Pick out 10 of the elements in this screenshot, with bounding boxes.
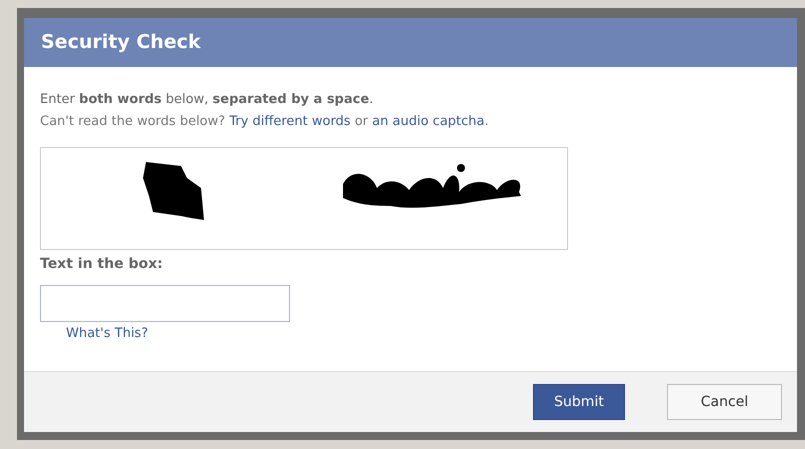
cancel-button[interactable]: Cancel xyxy=(667,384,782,420)
submit-button[interactable]: Submit xyxy=(533,384,625,420)
whats-this-link[interactable]: What's This? xyxy=(66,324,148,344)
field-label: Text in the box: xyxy=(40,255,163,274)
instruction-text: Enter both words below, separated by a space. xyxy=(40,91,374,109)
text-input-field[interactable] xyxy=(40,285,290,322)
help-text: Can't read the words below? Try different words or an audio captcha. xyxy=(40,113,489,131)
help-link[interactable]: Try different words xyxy=(229,114,351,129)
dialog-title: Security Check xyxy=(41,30,201,56)
help-link[interactable]: an audio captcha xyxy=(372,114,484,129)
